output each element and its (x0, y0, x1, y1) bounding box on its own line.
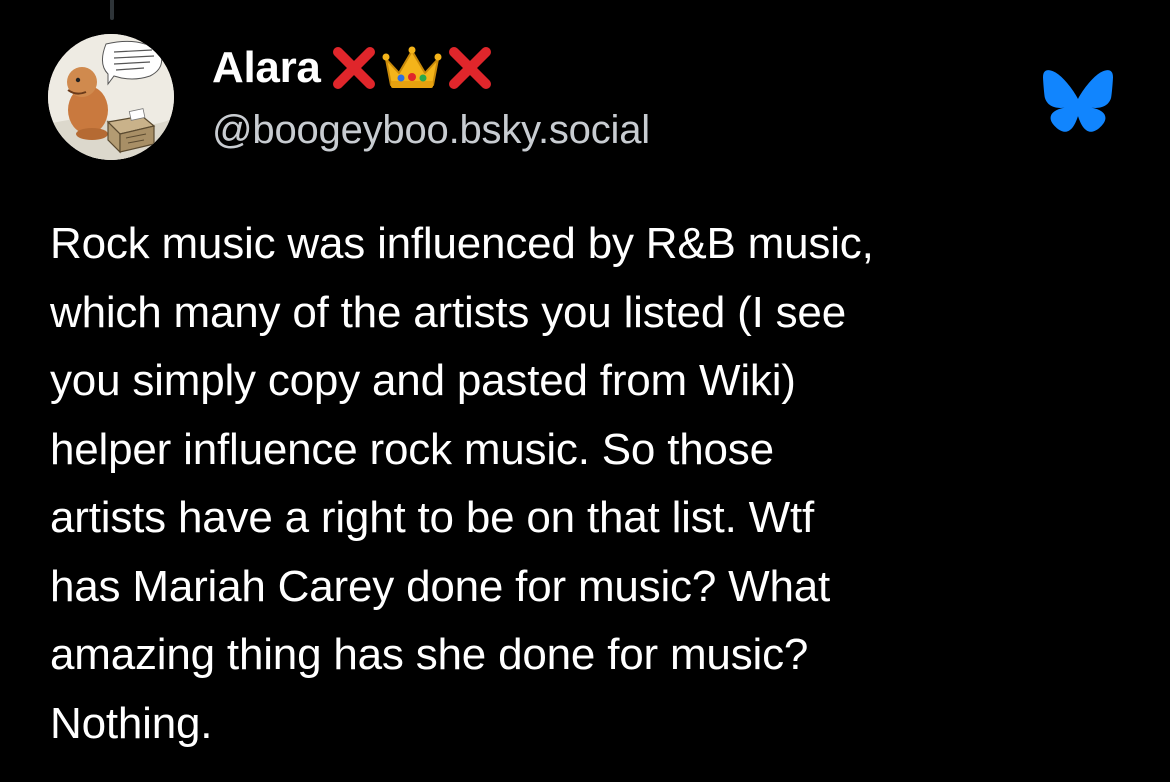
author-name-row[interactable]: Alara (212, 40, 495, 96)
avatar-cartoon-image (48, 34, 174, 160)
post-body-text: Rock music was influenced by R&B music, … (50, 219, 874, 748)
author-handle[interactable]: @boogeyboo.bsky.social (212, 108, 650, 153)
thread-connector-line (110, 0, 114, 20)
bluesky-butterfly-icon[interactable] (1043, 70, 1113, 132)
crown-icon (382, 46, 442, 88)
author-display-name[interactable]: Alara (212, 43, 321, 93)
cross-mark-icon (332, 47, 375, 89)
author-avatar[interactable] (48, 34, 174, 160)
name-emoji-group (329, 43, 495, 93)
cross-mark-icon (448, 47, 491, 89)
